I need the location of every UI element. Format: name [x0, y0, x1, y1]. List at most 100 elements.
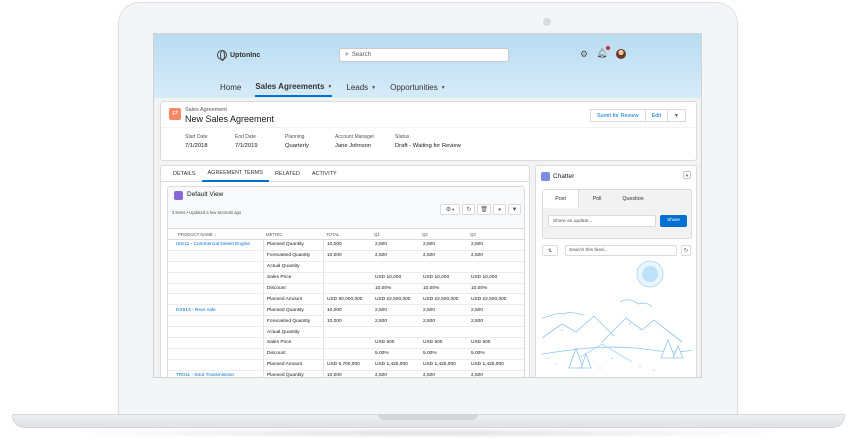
feed-sort-button[interactable]: ⇅: [542, 245, 558, 256]
settings-menu-button[interactable]: ⚙ ▼: [440, 204, 461, 215]
chevron-down-icon: ▼: [674, 112, 679, 119]
app-screen: UptonInc ⌕ Search ⚙ 🔔︎ Home Sales Agreem…: [153, 33, 702, 378]
tab-agreement-terms[interactable]: AGREEMENT TERMS: [201, 166, 269, 182]
table-row: ISG11 - Commercial Diesel Engine Planned …: [168, 240, 524, 251]
tab-poll[interactable]: Poll: [579, 190, 615, 208]
q2-cell: 2,500: [423, 373, 436, 378]
q1-cell: [372, 262, 420, 272]
q3-cell: [468, 327, 516, 337]
nav-item-home[interactable]: Home: [220, 82, 241, 97]
q2-cell: 2,500: [423, 253, 436, 259]
q1-cell: 2,500: [375, 253, 388, 259]
column-header-q2: Q2: [422, 231, 428, 237]
table-row: Forecasted Quantity 10,000 2,500 2,500 2,500: [168, 250, 524, 262]
q1-cell: USD 22,500,000: [375, 296, 411, 302]
app-nav: Home Sales Agreements ▼ Leads ▼ Opportunit…: [220, 82, 446, 97]
q2-cell: [420, 262, 468, 272]
product-name-link[interactable]: TR011 - Strut Transmission: [168, 370, 264, 377]
edit-button[interactable]: Edit: [645, 109, 669, 122]
brand-logo[interactable]: UptonInc: [217, 50, 260, 61]
search-icon: ⌕: [345, 51, 349, 58]
refresh-button[interactable]: ↻: [462, 204, 476, 215]
submit-for-review-button[interactable]: Sumit for Review: [589, 109, 646, 122]
metric-cell: Discount: [264, 348, 324, 359]
total-cell: [324, 262, 372, 272]
product-name-link: [168, 338, 264, 348]
nav-item-sales-agreements[interactable]: Sales Agreements ▼: [255, 82, 333, 97]
avatar[interactable]: [615, 48, 626, 59]
metric-cell: Actual Quantity: [264, 327, 324, 338]
total-cell: [324, 284, 372, 294]
chatter-menu-button[interactable]: ▼: [683, 171, 691, 179]
metric-cell: Planned Amount: [264, 294, 324, 305]
more-actions-button[interactable]: ▼: [668, 109, 686, 122]
column-header-product-name[interactable]: PRODUCT NAME ↓: [168, 232, 264, 237]
publisher-tabs: Post Poll Question: [543, 190, 691, 208]
table-row: Sales Price USD 500 USD 500 USD 500: [168, 338, 524, 349]
header-utilities: ⚙ 🔔︎: [580, 46, 626, 59]
tab-post[interactable]: Post: [543, 190, 579, 208]
field-end-date: End Date 7/1/2019: [235, 134, 258, 149]
global-search-input[interactable]: ⌕ Search: [339, 48, 509, 62]
field-planning: Planning Quarterly: [285, 134, 309, 149]
q3-cell: USD 500: [471, 340, 491, 346]
sort-icon: ⇅: [547, 248, 553, 254]
table-row: Discount 5.00% 5.00% 5.00%: [168, 348, 524, 360]
metric-cell: Forecasted Quantity: [264, 250, 324, 261]
total-cell: USD 5,700,000: [327, 362, 360, 368]
tab-related[interactable]: RELATED: [269, 166, 306, 182]
filter-button[interactable]: ▼: [508, 204, 521, 215]
laptop-notch: [378, 414, 478, 420]
table-row: Planned Amount USD 90,000,000 USD 22,500,0…: [168, 294, 524, 306]
highlights-panel: Start Date 7/1/2018 End Date 7/1/2019 Plan…: [185, 134, 461, 149]
refresh-icon: ↻: [466, 207, 472, 213]
notification-dot: [605, 46, 610, 50]
product-name-link[interactable]: DX913 - Rear Axle: [168, 305, 264, 316]
delete-button[interactable]: 🗑︎: [477, 204, 491, 215]
table-row: Discount 10.00% 10.00% 10.00%: [168, 283, 524, 295]
nav-item-leads[interactable]: Leads ▼: [346, 82, 376, 97]
bell-icon[interactable]: 🔔︎: [596, 46, 610, 59]
product-name-link[interactable]: ISG11 - Commercial Diesel Engine: [168, 240, 264, 250]
table-row: DX913 - Rear Axle Planned Quantity 10,000 2…: [168, 305, 524, 317]
q2-cell: 2,500: [423, 242, 436, 248]
chatter-icon: [541, 172, 550, 181]
q1-cell: 2,500: [375, 242, 388, 248]
refresh-icon: ↻: [683, 248, 689, 254]
table-row: Forecasted Quantity 10,000 2,500 2,500 2,500: [168, 316, 524, 328]
product-name-link: [168, 348, 264, 359]
q3-cell: 2,500: [471, 318, 484, 324]
arrow-down-icon: ↓: [213, 231, 217, 237]
empty-feed-illustration: [542, 260, 692, 371]
metric-cell: Actual Quantity: [264, 261, 324, 272]
chevron-down-icon: ▼: [440, 84, 446, 91]
product-name-link: [168, 327, 264, 338]
list-view-title[interactable]: Default View: [187, 191, 223, 198]
column-header-q1: Q1: [374, 231, 380, 237]
product-name-link: [168, 316, 264, 327]
tab-details[interactable]: DETAILS: [167, 166, 202, 182]
share-button[interactable]: Share: [660, 215, 687, 227]
share-update-input[interactable]: Share an update...: [548, 215, 656, 227]
total-cell: 10,000: [327, 373, 342, 378]
total-cell: USD 90,000,000: [327, 296, 363, 302]
tab-question[interactable]: Question: [615, 190, 651, 208]
tab-activity[interactable]: ACTIVITY: [306, 166, 343, 182]
metric-cell: Planned Quantity: [264, 370, 324, 377]
metric-cell: Sales Price: [264, 272, 324, 283]
divider: [161, 127, 696, 128]
nav-item-opportunities[interactable]: Opportunities ▼: [390, 82, 446, 97]
feed-refresh-button[interactable]: ↻: [681, 245, 691, 256]
list-view-meta: 3 items • Updated a few seconds ago: [172, 210, 242, 215]
table-row: Actual Quantity: [168, 327, 524, 339]
product-name-link: [168, 359, 264, 370]
list-view-header: Default View 3 items • Updated a few sec…: [168, 187, 524, 229]
metric-cell: Discount: [264, 283, 324, 294]
feed-search-input[interactable]: Search this feed...: [565, 245, 677, 256]
terms-grid: PRODUCT NAME ↓ METRIC TOTAL Q1 Q2 Q3 ISG…: [168, 229, 524, 378]
q1-cell: 2,500: [375, 373, 388, 378]
chart-button[interactable]: ◕: [493, 204, 506, 215]
camera-dot: [543, 18, 551, 26]
product-name-link: [168, 250, 264, 261]
gear-icon[interactable]: ⚙: [580, 49, 588, 59]
